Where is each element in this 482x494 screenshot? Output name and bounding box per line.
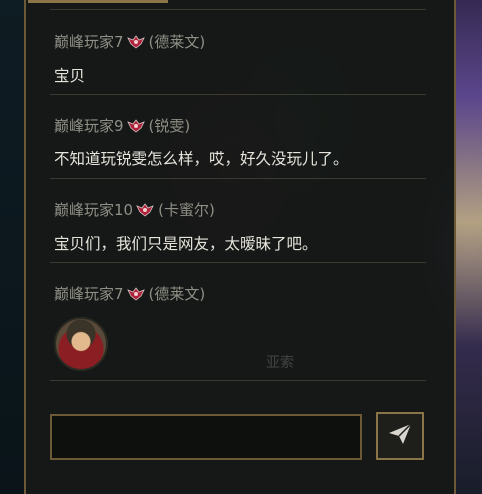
hero-name: (锐雯): [148, 117, 191, 135]
divider: [50, 94, 426, 95]
message-sender: 巅峰玩家7 (德莱文): [54, 283, 205, 304]
hero-name: (卡蜜尔): [158, 201, 215, 219]
send-icon: [388, 423, 412, 449]
sender-name: 巅峰玩家9: [54, 117, 124, 135]
message-sender: 巅峰玩家10 (卡蜜尔): [54, 199, 215, 220]
message-list[interactable]: 亚索 巅峰玩家7 (德莱文) 宝贝 巅峰玩家9 (锐雯) 不知道玩锐雯怎么样，哎…: [26, 0, 454, 380]
divider: [50, 380, 426, 381]
divider: [50, 178, 426, 179]
chat-panel: 亚索 巅峰玩家7 (德莱文) 宝贝 巅峰玩家9 (锐雯) 不知道玩锐雯怎么样，哎…: [24, 0, 456, 494]
divider: [50, 262, 426, 263]
sender-name: 巅峰玩家10: [54, 201, 134, 219]
rank-badge-icon: [126, 118, 145, 133]
send-button[interactable]: [376, 412, 424, 460]
champion-art-strip: [456, 0, 482, 494]
hero-name: (德莱文): [148, 285, 206, 303]
message-sender: 巅峰玩家9 (锐雯): [54, 115, 190, 136]
background-label: 亚索: [266, 355, 294, 371]
rank-badge-icon: [136, 202, 154, 217]
message-text: 宝贝: [54, 67, 86, 85]
chat-input[interactable]: [50, 414, 362, 460]
emote-avatar: [54, 317, 108, 371]
rank-badge-icon: [126, 286, 145, 301]
sender-name: 巅峰玩家7: [54, 33, 124, 51]
rank-badge-icon: [126, 34, 145, 49]
message-sender: 巅峰玩家7 (德莱文): [54, 31, 205, 52]
message-text: 宝贝们，我们只是网友，太暧昧了吧。: [54, 235, 318, 253]
message-text: 不知道玩锐雯怎么样，哎，好久没玩儿了。: [54, 150, 349, 168]
chat-input-area: [26, 380, 454, 494]
sender-name: 巅峰玩家7: [54, 285, 124, 303]
hero-name: (德莱文): [148, 33, 206, 51]
